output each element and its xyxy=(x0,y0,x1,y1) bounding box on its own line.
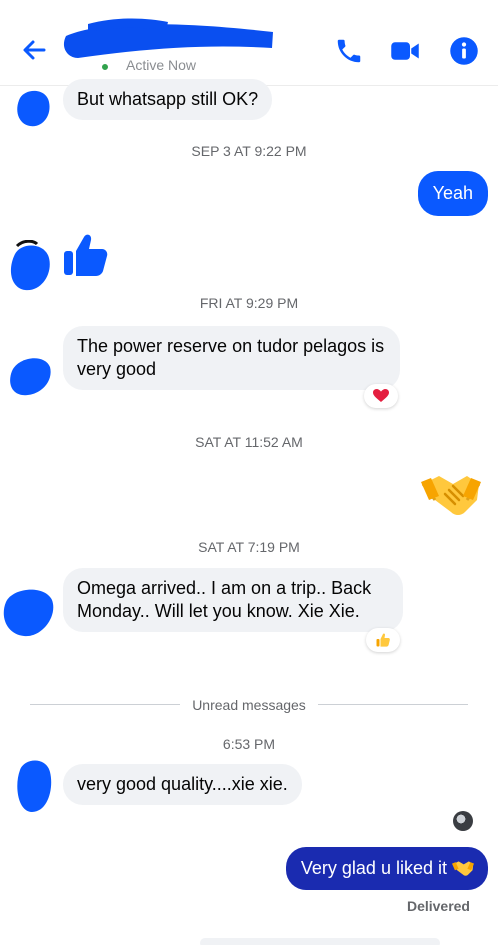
seen-avatar xyxy=(453,811,473,831)
active-status: Active Now xyxy=(126,57,197,73)
phone-icon[interactable] xyxy=(334,36,364,66)
incoming-message[interactable]: very good quality....xie xie. xyxy=(63,764,302,805)
redacted-contact-name[interactable] xyxy=(58,14,278,62)
unread-messages-label: Unread messages xyxy=(192,697,306,713)
thumbs-up-reaction[interactable] xyxy=(366,628,400,652)
outgoing-message-text: Very glad u liked it xyxy=(300,858,447,878)
delivery-status: Delivered xyxy=(406,898,470,914)
message-input[interactable] xyxy=(200,938,440,945)
handshake-emoji xyxy=(452,861,474,876)
contact-avatar-redacted xyxy=(17,90,50,127)
handshake-emoji[interactable] xyxy=(421,470,481,518)
thumbs-up-icon[interactable] xyxy=(62,231,108,277)
info-icon[interactable] xyxy=(449,36,479,66)
heart-icon xyxy=(373,389,389,402)
online-indicator xyxy=(100,62,110,72)
video-camera-icon[interactable] xyxy=(390,36,420,66)
timestamp: SAT AT 11:52 AM xyxy=(195,434,303,450)
contact-avatar-redacted xyxy=(3,589,54,637)
outgoing-message[interactable]: Yeah xyxy=(417,171,488,216)
contact-avatar-redacted xyxy=(10,240,50,291)
incoming-message[interactable]: Omega arrived.. I am on a trip.. Back Mo… xyxy=(63,568,403,632)
outgoing-message[interactable]: Very glad u liked it xyxy=(285,847,488,890)
timestamp: SEP 3 AT 9:22 PM xyxy=(191,143,307,159)
conversation-header: Active Now xyxy=(0,0,498,86)
back-arrow-icon[interactable] xyxy=(18,34,50,66)
thumbs-up-emoji xyxy=(376,633,390,647)
timestamp: FRI AT 9:29 PM xyxy=(199,295,299,311)
timestamp: SAT AT 7:19 PM xyxy=(198,539,300,555)
contact-avatar-redacted xyxy=(10,358,51,396)
incoming-message[interactable]: But whatsapp still OK? xyxy=(63,79,273,120)
incoming-message[interactable]: The power reserve on tudor pelagos is ve… xyxy=(63,326,400,390)
contact-avatar-redacted xyxy=(17,760,52,812)
timestamp: 6:53 PM xyxy=(222,736,276,752)
heart-reaction[interactable] xyxy=(364,384,398,408)
unread-divider-right xyxy=(318,704,468,705)
